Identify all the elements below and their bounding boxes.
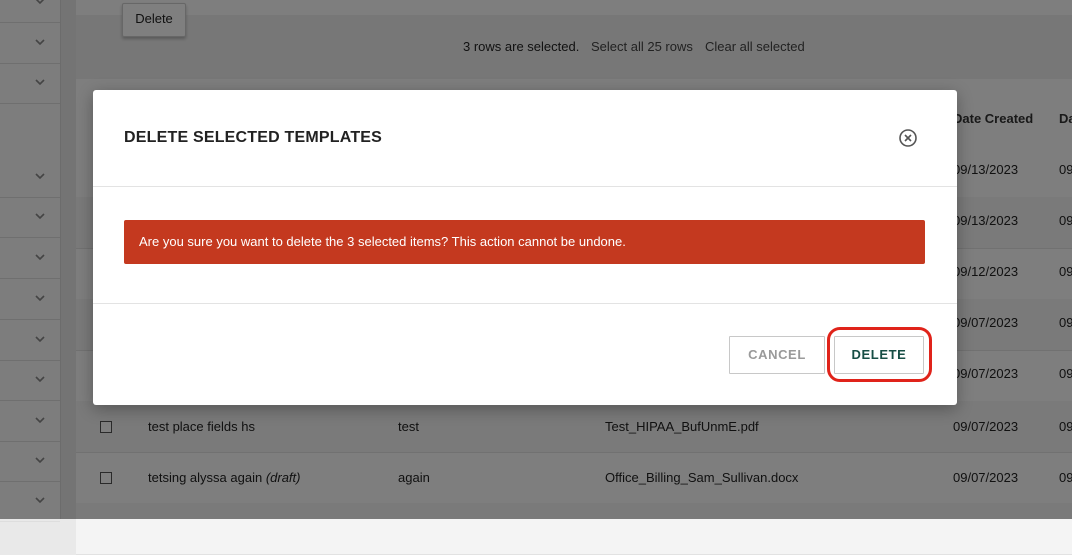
cancel-button[interactable]: CANCEL — [729, 336, 825, 374]
close-icon[interactable] — [898, 128, 918, 148]
dialog-title: DELETE SELECTED TEMPLATES — [124, 129, 383, 146]
dialog-header: DELETE SELECTED TEMPLATES — [93, 90, 957, 187]
dialog-body: Are you sure you want to delete the 3 se… — [93, 187, 957, 304]
confirm-delete-button[interactable]: DELETE — [834, 336, 924, 374]
delete-templates-dialog: DELETE SELECTED TEMPLATES Are you sure y… — [93, 90, 957, 405]
warning-alert: Are you sure you want to delete the 3 se… — [124, 220, 925, 264]
warning-message: Are you sure you want to delete the 3 se… — [139, 234, 626, 249]
